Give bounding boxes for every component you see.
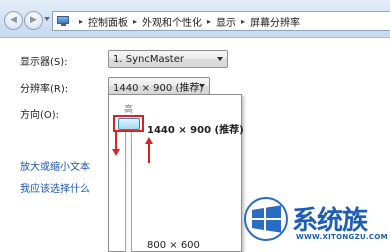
resolution-slider-track[interactable]: [125, 121, 132, 252]
which-settings-link[interactable]: 我应该选择什么: [20, 180, 90, 195]
display-select-value: 1. SyncMaster: [113, 53, 184, 65]
annotation-down-arrow-icon: [112, 131, 120, 157]
resolution-label: 分辨率(R):: [20, 84, 69, 95]
forward-button[interactable]: ▶: [24, 11, 43, 30]
orientation-label: 方向(O):: [20, 110, 60, 121]
enlarge-text-link[interactable]: 放大或缩小文本: [20, 158, 90, 173]
windows-logo-icon: [244, 197, 288, 241]
forward-arrow-icon: ▶: [30, 15, 37, 25]
breadcrumb-separator: ▸: [207, 16, 212, 26]
breadcrumb-separator: ▸: [241, 16, 246, 26]
breadcrumb-screen-resolution[interactable]: 屏幕分辨率: [250, 14, 300, 29]
resolution-current-label: 1440 × 900 (推荐): [147, 125, 244, 136]
display-icon: [57, 15, 71, 27]
resolution-select-value: 1440 × 900 (推荐): [113, 82, 204, 94]
watermark-logo: 系统族 WWW.XITONGZU.COM: [244, 196, 390, 252]
resolution-dropdown-popup: 高 1440 × 900 (推荐) 800 × 600: [108, 94, 244, 252]
display-select[interactable]: 1. SyncMaster: [108, 50, 228, 68]
resolution-high-label: 高: [124, 105, 134, 115]
back-button[interactable]: ◀: [4, 11, 23, 30]
chevron-down-icon: [217, 57, 223, 61]
annotation-highlight-box: [113, 115, 144, 132]
resolution-select[interactable]: 1440 × 900 (推荐): [108, 77, 210, 95]
watermark-title: 系统族: [292, 206, 368, 236]
breadcrumb-control-panel[interactable]: 控制面板: [88, 14, 128, 29]
chevron-down-icon: [199, 84, 205, 88]
resolution-low-label: 800 × 600: [147, 240, 200, 251]
recent-pages-dropdown-icon[interactable]: [44, 17, 50, 21]
display-label: 显示器(S):: [20, 57, 68, 68]
back-arrow-icon: ◀: [10, 15, 17, 25]
breadcrumb-display[interactable]: 显示: [216, 14, 236, 29]
annotation-up-arrow-icon: [145, 137, 153, 163]
address-bar[interactable]: ▸ 控制面板 ▸ 外观和个性化 ▸ 显示 ▸ 屏幕分辨率: [52, 11, 390, 31]
breadcrumb-separator: ▸: [133, 16, 138, 26]
breadcrumb-separator: ▸: [79, 16, 84, 26]
watermark-url: WWW.XITONGZU.COM: [296, 233, 388, 241]
breadcrumb-appearance[interactable]: 外观和个性化: [142, 14, 202, 29]
explorer-header: ◀ ▶ ▸ 控制面板 ▸ 外观和个性化 ▸ 显示 ▸ 屏幕分辨率: [0, 0, 390, 38]
